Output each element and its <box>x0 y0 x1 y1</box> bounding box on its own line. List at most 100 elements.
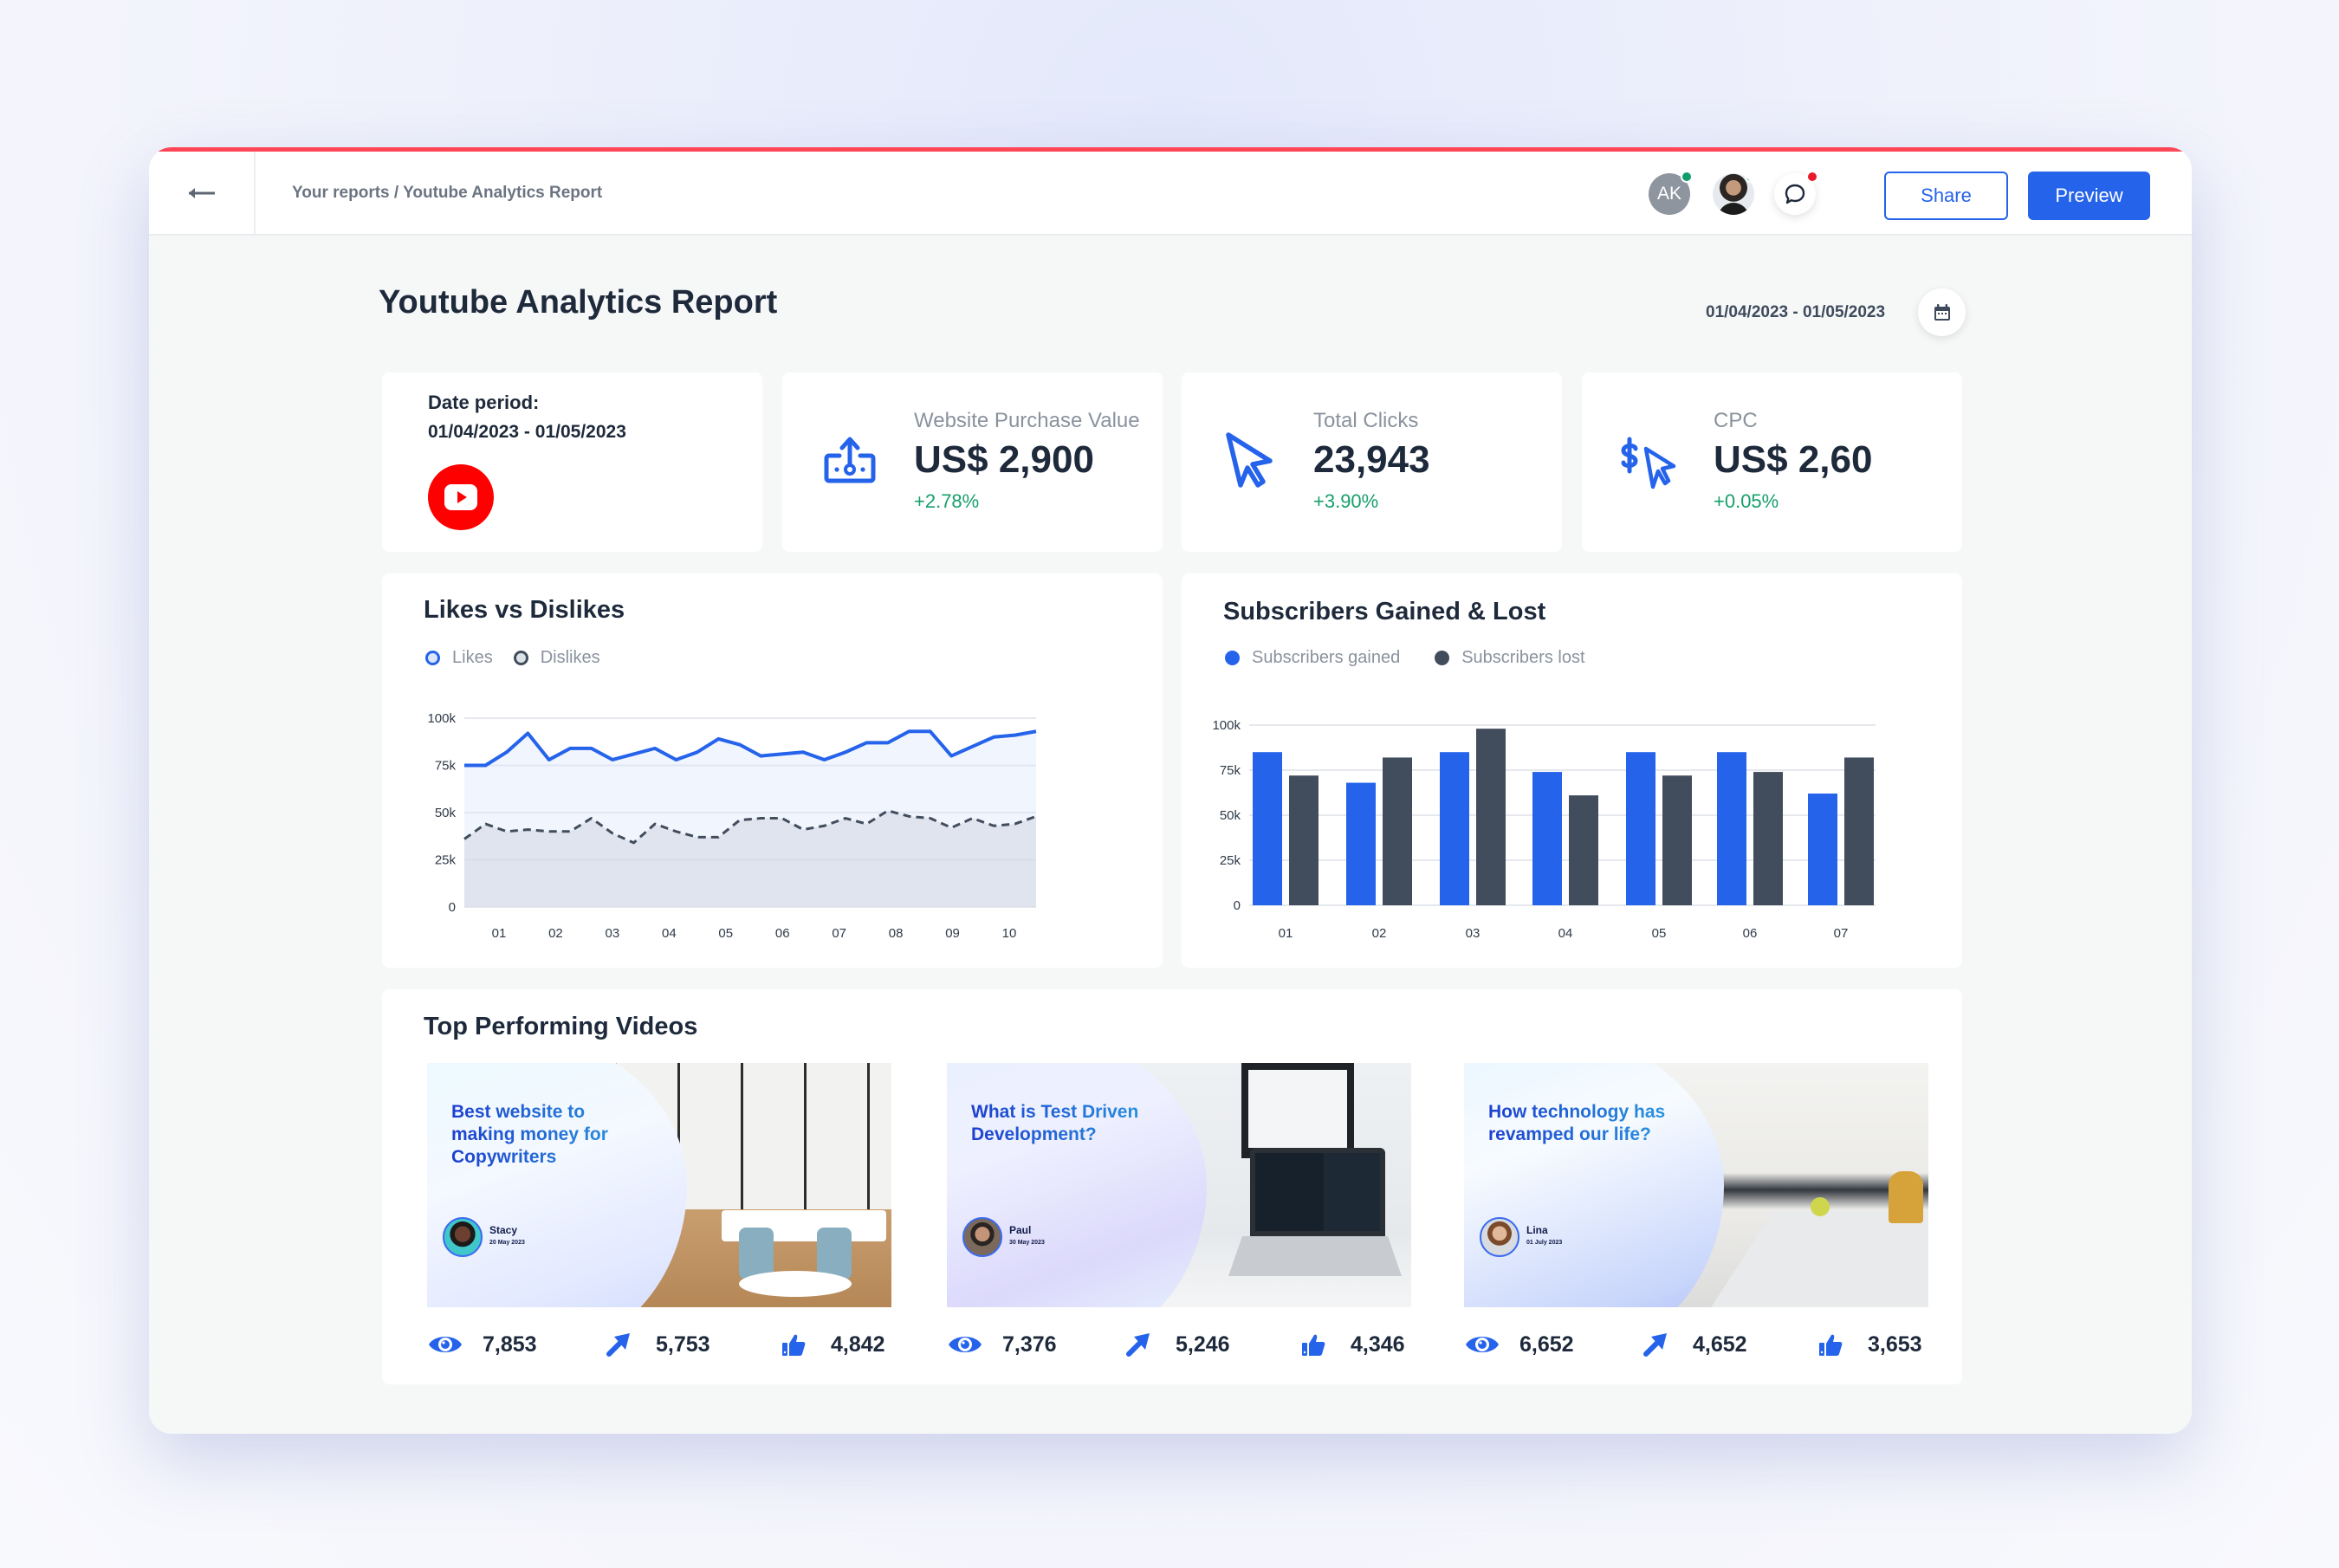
video-thumbnail[interactable]: Best website to making money for Copywri… <box>427 1063 891 1307</box>
bar-gained[interactable] <box>1808 794 1837 905</box>
x-tick-label: 06 <box>1743 926 1758 941</box>
x-tick-label: 02 <box>1372 926 1387 941</box>
author-avatar <box>443 1217 483 1257</box>
chat-bubble-icon <box>1785 184 1805 204</box>
arrow-left-icon <box>188 187 215 198</box>
kpi-label: CPC <box>1714 409 1758 432</box>
video-title: What is Test Driven Development? <box>971 1101 1170 1146</box>
y-tick-label: 75k <box>1220 763 1241 778</box>
avatar-initials: AK <box>1656 184 1681 204</box>
views-stat: 7,853 <box>427 1332 537 1357</box>
views-count: 7,853 <box>483 1332 537 1357</box>
likes-stat: 4,842 <box>775 1332 885 1357</box>
y-tick-label: 25k <box>1220 853 1241 868</box>
calendar-icon <box>1934 303 1950 321</box>
bar-gained[interactable] <box>1532 772 1562 905</box>
share-button[interactable]: Share <box>1884 172 2008 220</box>
cursor-icon <box>1226 432 1273 488</box>
views-stat: 7,376 <box>947 1332 1057 1357</box>
x-tick-label: 03 <box>1466 926 1481 941</box>
video-stats: 6,652 4,652 3,653 <box>1464 1307 1928 1368</box>
x-tick-label: 08 <box>889 926 904 941</box>
bar-gained[interactable] <box>1346 782 1376 905</box>
x-tick-label: 07 <box>1834 926 1849 941</box>
likes-dislikes-chart: 0 25k 50k 75k 100k 01 02 03 04 05 06 07 08 09 10 <box>427 711 1037 941</box>
back-button[interactable] <box>149 152 256 234</box>
y-tick-label: 100k <box>427 711 456 726</box>
y-tick-label: 0 <box>449 900 456 915</box>
video-item: How technology has revamped our life? Li… <box>1464 1063 1928 1368</box>
video-thumbnail[interactable]: What is Test Driven Development? Paul 30… <box>947 1063 1411 1307</box>
video-title: How technology has revamped our life? <box>1488 1101 1688 1146</box>
avatar-ak[interactable]: AK <box>1649 171 1693 215</box>
thumbs-up-icon <box>1819 1334 1843 1356</box>
shares-count: 5,246 <box>1176 1332 1230 1357</box>
section-title: Top Performing Videos <box>424 1013 698 1040</box>
author-name: Stacy <box>489 1224 518 1236</box>
eye-icon <box>949 1337 982 1352</box>
thumbs-up-icon <box>782 1334 806 1356</box>
bar-gained[interactable] <box>1717 752 1746 905</box>
share-arrow-icon <box>1126 1333 1150 1357</box>
date-period-card: Date period: 01/04/2023 - 01/05/2023 <box>382 373 762 552</box>
date-period-value: 01/04/2023 - 01/05/2023 <box>428 422 626 442</box>
views-count: 6,652 <box>1519 1332 1574 1357</box>
bar-gained[interactable] <box>1626 752 1655 905</box>
x-tick-label: 05 <box>718 926 733 941</box>
author-name: Lina <box>1526 1224 1548 1236</box>
kpi-delta: +3.90% <box>1313 490 1379 512</box>
kpi-delta: +0.05% <box>1714 490 1779 512</box>
y-tick-label: 50k <box>435 806 457 820</box>
likes-count: 4,842 <box>831 1332 885 1357</box>
video-thumbnail[interactable]: How technology has revamped our life? Li… <box>1464 1063 1928 1307</box>
unread-dot <box>1806 171 1818 183</box>
views-count: 7,376 <box>1002 1332 1057 1357</box>
shares-stat: 5,246 <box>1120 1332 1230 1357</box>
breadcrumb[interactable]: Your reports / Youtube Analytics Report <box>292 152 602 234</box>
bar-lost[interactable] <box>1844 757 1874 905</box>
publish-date: 01 July 2023 <box>1526 1240 1563 1246</box>
thumbs-up-icon <box>1302 1334 1325 1356</box>
bar-lost[interactable] <box>1662 775 1692 905</box>
avatar-user-photo[interactable] <box>1713 173 1754 215</box>
y-tick-label: 100k <box>1212 718 1241 733</box>
bar-lost[interactable] <box>1569 795 1598 905</box>
views-stat: 6,652 <box>1464 1332 1574 1357</box>
kpi-card-total-clicks: Total Clicks 23,943 +3.90% <box>1182 373 1562 552</box>
app-window: Your reports / Youtube Analytics Report … <box>149 147 2192 1434</box>
x-tick-label: 02 <box>548 926 563 941</box>
bar-lost[interactable] <box>1383 757 1412 905</box>
bar-lost[interactable] <box>1476 729 1506 905</box>
messages-button[interactable] <box>1774 171 1818 215</box>
bar-lost[interactable] <box>1289 775 1319 905</box>
video-item: What is Test Driven Development? Paul 30… <box>947 1063 1411 1368</box>
date-picker-button[interactable] <box>1918 288 1966 336</box>
eye-icon <box>1466 1337 1499 1352</box>
author-name: Paul <box>1009 1224 1032 1236</box>
kpi-value: US$ 2,60 <box>1714 438 1873 481</box>
online-status-dot <box>1681 171 1693 183</box>
y-tick-label: 0 <box>1234 898 1241 913</box>
publish-date: 20 May 2023 <box>489 1240 525 1246</box>
kpi-card-cpc: CPC US$ 2,60 +0.05% <box>1582 373 1962 552</box>
eye-icon <box>429 1337 462 1352</box>
likes-stat: 4,346 <box>1295 1332 1405 1357</box>
dollar-cursor-icon <box>1621 437 1676 489</box>
likes-count: 4,346 <box>1351 1332 1405 1357</box>
bar-gained[interactable] <box>1440 752 1469 905</box>
video-stats: 7,853 5,753 4,842 <box>427 1307 891 1368</box>
preview-button[interactable]: Preview <box>2028 172 2150 220</box>
kpi-label: Total Clicks <box>1313 409 1419 432</box>
likes-count: 3,653 <box>1868 1332 1922 1357</box>
y-tick-label: 25k <box>435 853 457 868</box>
bar-gained[interactable] <box>1253 752 1282 905</box>
x-tick-label: 05 <box>1652 926 1667 941</box>
video-item: Best website to making money for Copywri… <box>427 1063 891 1368</box>
y-tick-label: 50k <box>1220 808 1241 823</box>
bar-lost[interactable] <box>1753 772 1783 905</box>
kpi-value: US$ 2,900 <box>914 438 1094 481</box>
top-videos-card: Top Performing Videos Best website to ma… <box>382 989 1962 1384</box>
x-tick-label: 04 <box>662 926 677 941</box>
header-bar: Your reports / Youtube Analytics Report … <box>149 152 2192 236</box>
subscribers-bar-chart: 0 25k 50k 75k 100k 01 02 03 04 05 06 07 <box>1212 718 1876 941</box>
